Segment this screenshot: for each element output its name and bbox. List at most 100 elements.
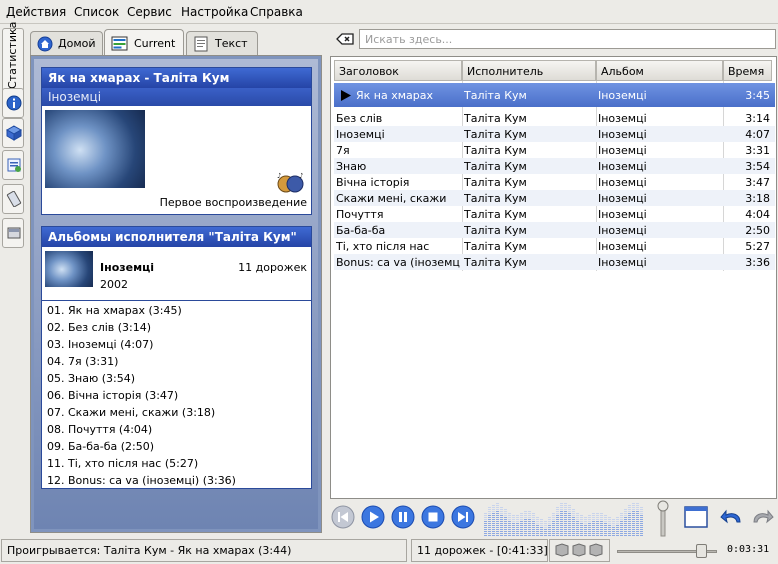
svg-text:♪: ♪ xyxy=(277,172,281,180)
album-track[interactable]: 12. Bonus: ca va (іноземці) (3:36) xyxy=(47,474,236,487)
now-playing-status: Проигрывается: Таліта Кум - Як на хмарах… xyxy=(1,539,407,562)
row-title: Без слів xyxy=(336,112,383,125)
now-playing-icon xyxy=(341,90,351,101)
play-icon xyxy=(361,505,385,529)
now-playing-title: Як на хмарах - Таліта Кум xyxy=(42,68,311,88)
now-playing-box: Як на хмарах - Таліта Кум Іноземці ♪ ♪ Пе… xyxy=(41,67,312,215)
lyrics-icon xyxy=(194,36,208,52)
menu-help[interactable]: Справка xyxy=(250,5,303,19)
tab-lyrics[interactable]: Текст xyxy=(186,31,258,55)
pause-icon xyxy=(391,505,415,529)
play-button[interactable] xyxy=(361,505,385,529)
album-cover[interactable] xyxy=(45,110,145,210)
search-input[interactable]: Искать здесь... xyxy=(359,29,776,49)
next-button[interactable] xyxy=(451,505,475,529)
row-album: Іноземці xyxy=(598,240,647,253)
collection-button[interactable] xyxy=(2,118,24,148)
album-track[interactable]: 07. Скажи мені, скажи (3:18) xyxy=(47,406,215,419)
row-time: 3:31 xyxy=(745,144,770,157)
spectrum-analyzer[interactable] xyxy=(484,500,647,537)
playlist-row[interactable]: Вічна історія Таліта Кум Іноземці 3:47 xyxy=(334,174,775,190)
redo-icon[interactable] xyxy=(750,506,774,528)
volume-slider[interactable] xyxy=(654,500,672,537)
clear-search-icon[interactable] xyxy=(336,33,354,45)
status-toggles xyxy=(549,539,610,562)
undo-icon[interactable] xyxy=(720,506,744,528)
media-device-button[interactable] xyxy=(2,184,24,214)
row-artist: Таліта Кум xyxy=(464,192,527,205)
stop-icon xyxy=(421,505,445,529)
row-album: Іноземці xyxy=(598,160,647,173)
row-artist: Таліта Кум xyxy=(464,128,527,141)
row-time: 5:27 xyxy=(745,240,770,253)
tab-home-label: Домой xyxy=(58,37,96,50)
column-header-album[interactable]: Альбом xyxy=(596,60,723,81)
previous-button[interactable] xyxy=(331,505,355,529)
album-name[interactable]: Іноземці xyxy=(100,261,154,274)
row-time: 3:14 xyxy=(745,112,770,125)
playlist-row[interactable]: Скажи мені, скажи Таліта Кум Іноземці 3:… xyxy=(334,190,775,206)
row-artist: Таліта Кум xyxy=(464,160,527,173)
column-header-title[interactable]: Заголовок xyxy=(334,60,462,81)
collection-icon xyxy=(6,125,22,141)
row-artist: Таліта Кум xyxy=(464,144,527,157)
first-play-label: Первое воспроизведение xyxy=(159,196,307,209)
row-time: 4:04 xyxy=(745,208,770,221)
playlist-row[interactable]: Знаю Таліта Кум Іноземці 3:54 xyxy=(334,158,775,174)
playlist: Заголовок Исполнитель Альбом Время Як на… xyxy=(330,56,777,499)
row-artist: Таліта Кум xyxy=(464,256,527,269)
row-artist: Таліта Кум xyxy=(464,89,527,102)
menu-settings[interactable]: Настройка xyxy=(181,5,248,19)
album-track[interactable]: 11. Ті, хто після нас (5:27) xyxy=(47,457,198,470)
album-track[interactable]: 03. Іноземці (4:07) xyxy=(47,338,153,351)
row-album: Іноземці xyxy=(598,224,647,237)
current-icon xyxy=(111,36,128,51)
playlist-row[interactable]: Почуття Таліта Кум Іноземці 4:04 xyxy=(334,206,775,222)
playlist-row-current[interactable]: Як на хмарах Таліта Кум Іноземці 3:45 xyxy=(334,83,775,107)
album-track[interactable]: 02. Без слів (3:14) xyxy=(47,321,151,334)
files-icon xyxy=(7,227,21,239)
repeat-random-icons[interactable] xyxy=(553,543,605,557)
tab-home[interactable]: Домой xyxy=(30,31,103,55)
menu-actions[interactable]: Действия xyxy=(6,5,66,19)
files-button[interactable] xyxy=(2,218,24,248)
menu-playlist[interactable]: Список xyxy=(74,5,119,19)
playlist-row[interactable]: Ті, хто після нас Таліта Кум Іноземці 5:… xyxy=(334,238,775,254)
album-track[interactable]: 04. 7я (3:31) xyxy=(47,355,118,368)
info-button[interactable] xyxy=(2,88,24,118)
playlist-row[interactable]: Без слів Таліта Кум Іноземці 3:14 xyxy=(334,110,775,126)
stop-button[interactable] xyxy=(421,505,445,529)
row-title: 7я xyxy=(336,144,350,157)
row-album: Іноземці xyxy=(598,176,647,189)
row-album: Іноземці xyxy=(598,256,647,269)
column-header-artist[interactable]: Исполнитель xyxy=(462,60,596,81)
playlist-summary: 11 дорожек - [0:41:33] xyxy=(411,539,548,562)
artist-albums-header: Альбомы исполнителя "Таліта Кум" xyxy=(42,227,311,247)
album-track[interactable]: 05. Знаю (3:54) xyxy=(47,372,135,385)
tab-current[interactable]: Current xyxy=(104,29,184,56)
playlist-row[interactable]: Іноземці Таліта Кум Іноземці 4:07 xyxy=(334,126,775,142)
context-panel: Як на хмарах - Таліта Кум Іноземці ♪ ♪ Пе… xyxy=(30,55,322,533)
album-track[interactable]: 06. Вічна історія (3:47) xyxy=(47,389,178,402)
album-track[interactable]: 08. Почуття (4:04) xyxy=(47,423,152,436)
playlist-row[interactable]: Ба-ба-ба Таліта Кум Іноземці 2:50 xyxy=(334,222,775,238)
playlists-button[interactable] xyxy=(2,150,24,180)
music-brainz-icon[interactable]: ♪ ♪ xyxy=(274,171,306,193)
statistics-tab[interactable]: Статистика xyxy=(2,22,24,92)
playlist-row[interactable]: 7я Таліта Кум Іноземці 3:31 xyxy=(334,142,775,158)
playlist-window-icon[interactable] xyxy=(684,506,708,528)
now-playing-album: Іноземці xyxy=(42,88,311,106)
column-header-time[interactable]: Время xyxy=(723,60,772,81)
row-artist: Таліта Кум xyxy=(464,208,527,221)
album-track[interactable]: 01. Як на хмарах (3:45) xyxy=(47,304,182,317)
row-time: 3:54 xyxy=(745,160,770,173)
position-slider-knob[interactable] xyxy=(696,544,707,558)
album-track[interactable]: 09. Ба-ба-ба (2:50) xyxy=(47,440,154,453)
pause-button[interactable] xyxy=(391,505,415,529)
row-album: Іноземці xyxy=(598,192,647,205)
tab-lyrics-label: Текст xyxy=(215,37,248,50)
playlist-row[interactable]: Bonus: ca va (іноземці) Таліта Кум Інозе… xyxy=(334,254,775,270)
album-thumb[interactable] xyxy=(45,251,93,297)
menu-tools[interactable]: Сервис xyxy=(127,5,172,19)
info-icon xyxy=(6,95,22,111)
